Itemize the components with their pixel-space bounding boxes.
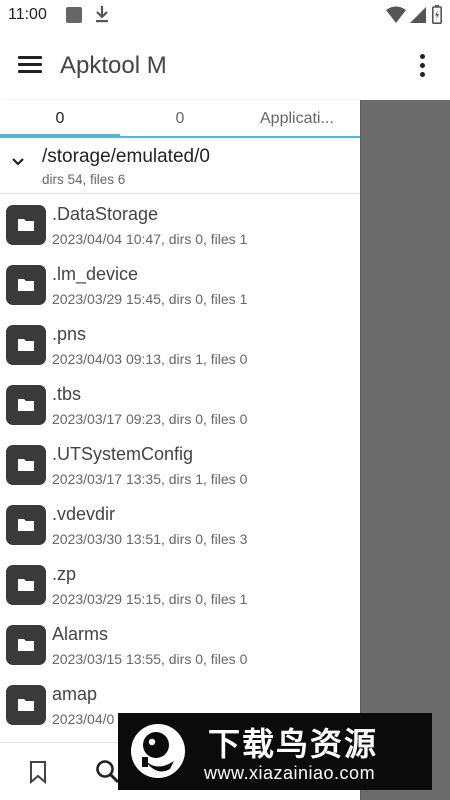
secondary-pane <box>360 100 450 800</box>
file-name: .zp <box>52 564 77 584</box>
file-meta: 2023/04/03 09:13, dirs 1, files 0 <box>52 351 248 367</box>
bird-logo-icon <box>131 724 185 778</box>
file-meta: 2023/04/0 <box>52 711 115 727</box>
file-browser-pane: 0 0 Applicati... /storage/emulated/0 dir… <box>0 100 360 800</box>
tab-storage-2[interactable]: 0 <box>120 110 240 128</box>
list-item[interactable]: .tbs 2023/03/17 09:23, dirs 0, files 0 <box>0 374 360 434</box>
tab-applications[interactable]: Applicati... <box>240 110 360 128</box>
file-meta: 2023/03/17 09:23, dirs 0, files 0 <box>52 411 248 427</box>
bookmark-icon[interactable] <box>28 760 48 784</box>
folder-icon <box>6 265 46 305</box>
app-bar: Apktool M <box>0 32 450 100</box>
file-name: Alarms <box>52 624 109 644</box>
file-name: .tbs <box>52 384 82 404</box>
folder-icon <box>6 505 46 545</box>
tab-bar: 0 0 Applicati... <box>0 100 360 138</box>
file-meta: 2023/03/29 15:15, dirs 0, files 1 <box>52 591 248 607</box>
watermark-text: 下载鸟资源 <box>208 725 379 763</box>
folder-icon <box>6 445 46 485</box>
download-icon <box>96 6 108 23</box>
folder-icon <box>6 685 46 725</box>
folder-icon <box>6 625 46 665</box>
file-meta: 2023/03/29 15:45, dirs 0, files 1 <box>52 291 248 307</box>
path-summary: dirs 54, files 6 <box>42 172 126 187</box>
list-item[interactable]: Alarms 2023/03/15 13:55, dirs 0, files 0 <box>0 614 360 674</box>
current-path-header[interactable]: /storage/emulated/0 dirs 54, files 6 <box>0 138 360 194</box>
battery-icon <box>432 5 442 24</box>
list-item[interactable]: .UTSystemConfig 2023/03/17 13:35, dirs 1… <box>0 434 360 494</box>
list-item[interactable]: .vdevdir 2023/03/30 13:51, dirs 0, files… <box>0 494 360 554</box>
chevron-down-icon[interactable] <box>10 156 26 168</box>
status-time: 11:00 <box>8 6 47 23</box>
file-name: .pns <box>52 324 87 344</box>
folder-icon <box>6 565 46 605</box>
file-meta: 2023/04/04 10:47, dirs 0, files 1 <box>52 231 248 247</box>
hamburger-menu-icon[interactable] <box>18 54 42 74</box>
file-meta: 2023/03/15 13:55, dirs 0, files 0 <box>52 651 248 667</box>
list-item[interactable]: .zp 2023/03/29 15:15, dirs 0, files 1 <box>0 554 360 614</box>
watermark-url: www.xiazainiao.com <box>204 763 376 783</box>
status-bar: 11:00 <box>0 0 450 32</box>
watermark-banner: 下载鸟资源 www.xiazainiao.com <box>118 713 432 790</box>
current-path: /storage/emulated/0 <box>42 146 210 167</box>
signal-icon <box>410 7 426 23</box>
app-title: Apktool M <box>60 52 167 79</box>
file-name: .UTSystemConfig <box>52 444 194 464</box>
folder-icon <box>6 205 46 245</box>
notification-app-icon <box>66 7 82 23</box>
file-list: .DataStorage 2023/04/04 10:47, dirs 0, f… <box>0 194 360 734</box>
file-meta: 2023/03/30 13:51, dirs 0, files 3 <box>52 531 248 547</box>
folder-icon <box>6 325 46 365</box>
list-item[interactable]: .lm_device 2023/03/29 15:45, dirs 0, fil… <box>0 254 360 314</box>
wifi-icon <box>386 6 406 23</box>
file-meta: 2023/03/17 13:35, dirs 1, files 0 <box>52 471 248 487</box>
more-options-icon[interactable] <box>414 52 430 80</box>
file-name: .DataStorage <box>52 204 159 224</box>
tab-storage-1[interactable]: 0 <box>0 110 120 128</box>
list-item[interactable]: .pns 2023/04/03 09:13, dirs 1, files 0 <box>0 314 360 374</box>
folder-icon <box>6 385 46 425</box>
list-item[interactable]: .DataStorage 2023/04/04 10:47, dirs 0, f… <box>0 194 360 254</box>
file-name: .lm_device <box>52 264 139 284</box>
file-name: .vdevdir <box>52 504 116 524</box>
file-name: amap <box>52 684 98 704</box>
